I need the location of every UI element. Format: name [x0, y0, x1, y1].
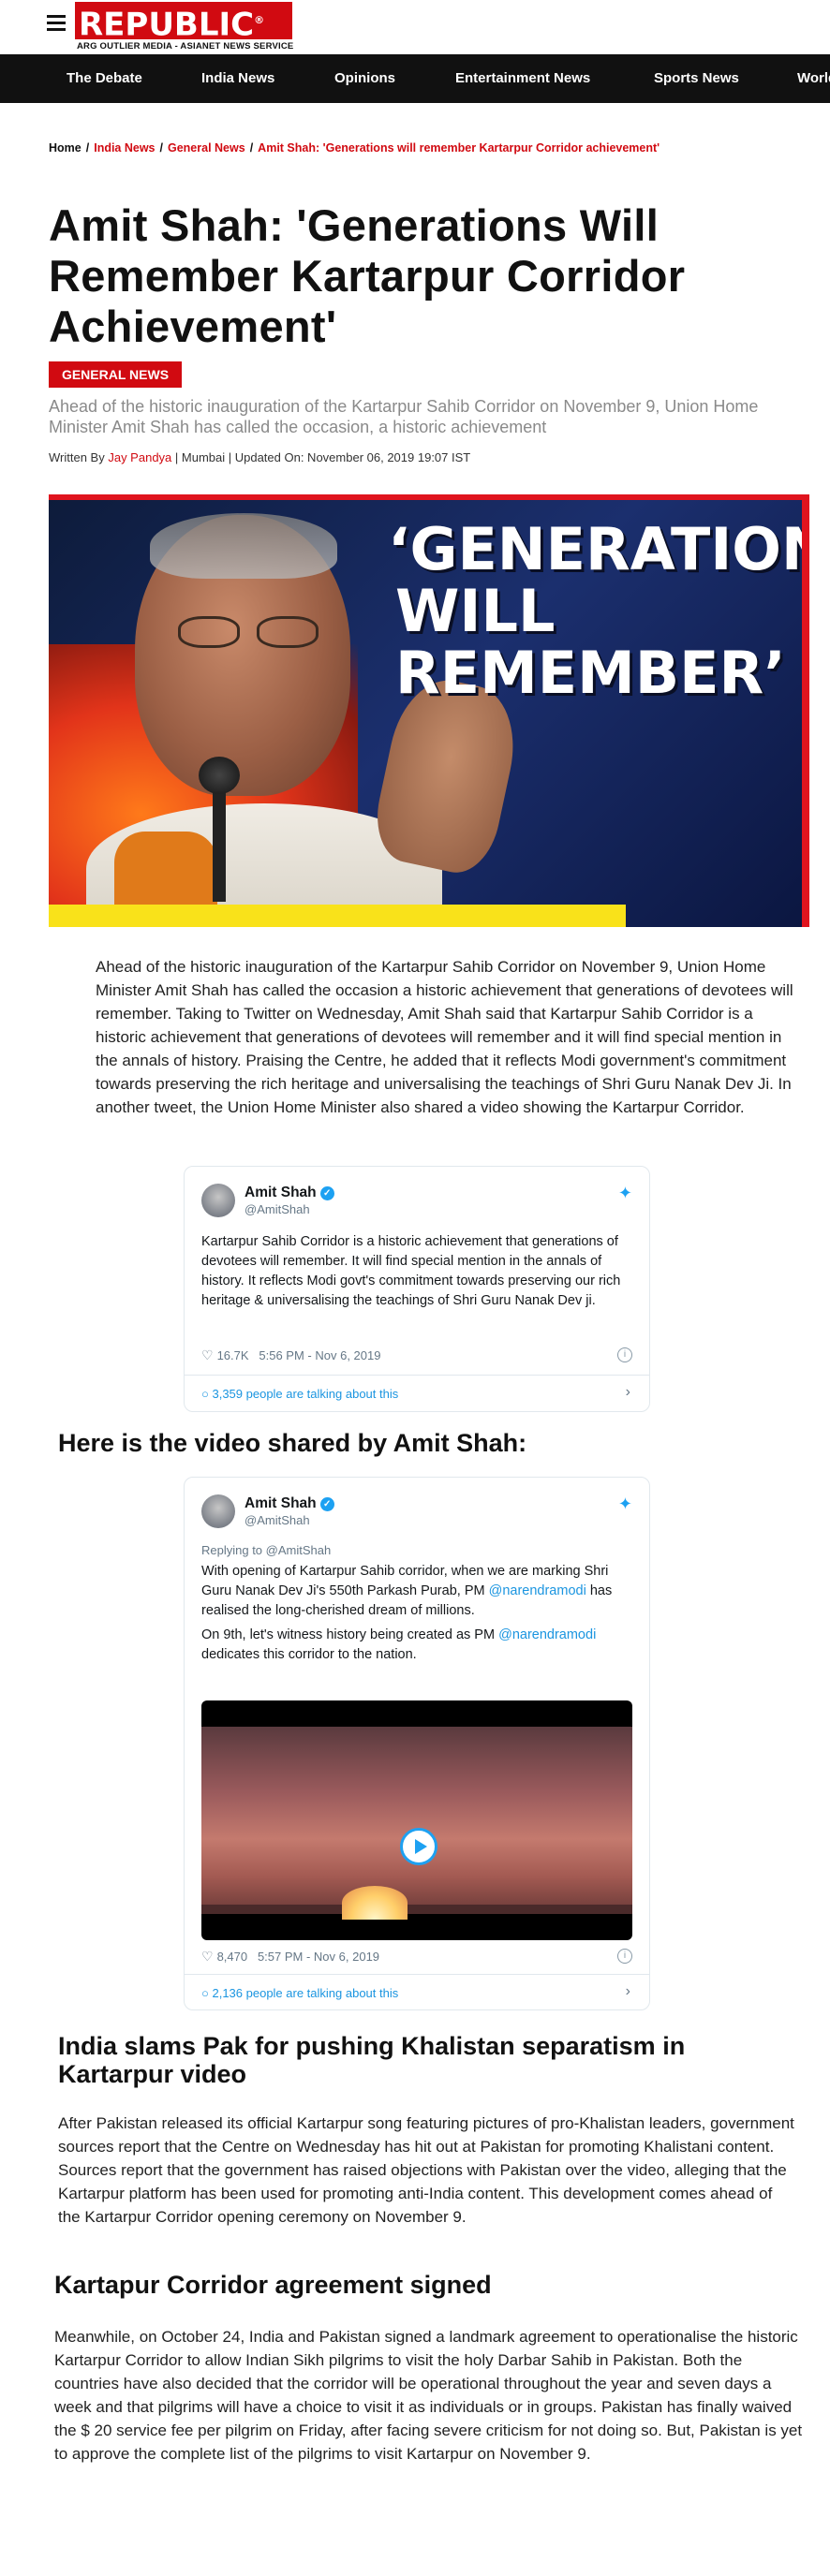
section-heading: India slams Pak for pushing Khalistan se…: [58, 2032, 686, 2088]
hero-figure-hair: [150, 513, 337, 579]
tweet-text: On 9th, let's witness history being crea…: [201, 1627, 597, 1662]
nav-item-the-debate[interactable]: The Debate: [67, 54, 142, 103]
tweet-meta[interactable]: ♡ 16.7K 5:56 PM - Nov 6, 2019: [201, 1347, 380, 1363]
tweet-text: With opening of Kartarpur Sahib corridor…: [201, 1564, 613, 1618]
tweet-author-name[interactable]: Amit Shah ✓: [245, 1185, 334, 1201]
breadcrumb-india-news[interactable]: India News: [94, 141, 155, 155]
article-paragraph: Ahead of the historic inauguration of th…: [96, 958, 793, 1116]
article-paragraph: After Pakistan released its official Kar…: [58, 2114, 794, 2226]
breadcrumb-current-article[interactable]: Amit Shah: 'Generations will remember Ka…: [258, 141, 660, 155]
verified-badge-icon: ✓: [319, 1186, 334, 1200]
hero-border-right: [802, 494, 809, 927]
nav-item-india-news[interactable]: India News: [201, 54, 274, 103]
logo-subtitle: ARG OUTLIER MEDIA - ASIANET NEWS SERVICE: [77, 41, 294, 52]
section-heading: Kartapur Corridor agreement signed: [54, 2271, 492, 2299]
tweet-meta[interactable]: ♡ 8,470 5:57 PM - Nov 6, 2019: [201, 1949, 379, 1965]
hero-border: [49, 494, 809, 500]
tweet-text: Kartarpur Sahib Corridor is a historic a…: [201, 1234, 621, 1308]
avatar[interactable]: [201, 1184, 235, 1217]
main-nav: The Debate India News Opinions Entertain…: [0, 54, 830, 103]
menu-icon[interactable]: [47, 15, 66, 32]
tweet-conversation-link[interactable]: ○ 3,359 people are talking about this: [201, 1387, 398, 1401]
play-icon[interactable]: [400, 1828, 437, 1865]
article-paragraph: Meanwhile, on October 24, India and Paki…: [54, 2328, 803, 2463]
byline: Written By Jay Pandya | Mumbai | Updated…: [49, 450, 471, 464]
replying-to[interactable]: Replying to @AmitShah: [201, 1543, 331, 1557]
like-count: 16.7K: [216, 1348, 249, 1362]
logo[interactable]: REPUBLIC® ARG OUTLIER MEDIA - ASIANET NE…: [75, 2, 294, 54]
tweet-handle[interactable]: @AmitShah: [245, 1513, 310, 1527]
article-subtitle: Ahead of the historic inauguration of th…: [49, 397, 759, 436]
twitter-bird-icon[interactable]: ✦: [618, 1494, 632, 1514]
divider: [185, 1974, 649, 1975]
heart-icon[interactable]: ♡: [201, 1347, 214, 1362]
tweet-timestamp[interactable]: 5:57 PM - Nov 6, 2019: [258, 1950, 379, 1964]
tweet-timestamp[interactable]: 5:56 PM - Nov 6, 2019: [259, 1348, 380, 1362]
hero-image: ‘GENERATIONS WILL REMEMBER’: [49, 494, 809, 927]
speech-bubble-icon: ○: [201, 1387, 209, 1401]
nav-item-entertainment-news[interactable]: Entertainment News: [455, 54, 590, 103]
article-title: Amit Shah: 'Generations Will Remember Ka…: [49, 200, 686, 351]
breadcrumb-general-news[interactable]: General News: [168, 141, 245, 155]
microphone-icon: [199, 757, 240, 794]
chevron-right-icon[interactable]: ›: [626, 1983, 630, 2000]
info-icon[interactable]: i: [617, 1347, 632, 1362]
nav-item-sports-news[interactable]: Sports News: [654, 54, 739, 103]
video-frame: [201, 1727, 632, 1920]
hero-accent-bar: [49, 905, 626, 927]
tweet-conversation-link[interactable]: ○ 2,136 people are talking about this: [201, 1986, 398, 2000]
divider: [185, 1375, 649, 1376]
speech-bubble-icon: ○: [201, 1986, 209, 2000]
nav-item-world[interactable]: World: [797, 54, 830, 103]
hero-figure-glasses: [178, 616, 328, 648]
microphone-stand: [213, 789, 226, 902]
category-badge[interactable]: GENERAL NEWS: [49, 361, 182, 388]
nav-item-opinions[interactable]: Opinions: [334, 54, 395, 103]
heart-icon[interactable]: ♡: [201, 1949, 214, 1964]
like-count: 8,470: [216, 1950, 248, 1964]
embedded-tweet[interactable]: Amit Shah ✓ @AmitShah ✦ Kartarpur Sahib C…: [184, 1166, 650, 1412]
tweet-video[interactable]: [201, 1700, 632, 1940]
logo-wordmark: REPUBLIC®: [75, 2, 292, 43]
info-icon[interactable]: i: [617, 1949, 632, 1964]
verified-badge-icon: ✓: [319, 1497, 334, 1511]
avatar[interactable]: [201, 1494, 235, 1528]
mention-link[interactable]: @narendramodi: [489, 1583, 586, 1598]
hero-overlay-text: ‘GENERATIONS WILL REMEMBER’: [388, 515, 809, 707]
mention-link[interactable]: @narendramodi: [498, 1627, 596, 1642]
top-header: REPUBLIC® ARG OUTLIER MEDIA - ASIANET NE…: [0, 0, 830, 54]
byline-meta: | Mumbai | Updated On: November 06, 2019…: [174, 450, 471, 464]
tweet-author-name[interactable]: Amit Shah ✓: [245, 1495, 334, 1512]
embedded-tweet[interactable]: Amit Shah ✓ @AmitShah ✦ Replying to @Amit…: [184, 1477, 650, 2010]
section-heading: Here is the video shared by Amit Shah:: [58, 1429, 527, 1457]
twitter-bird-icon[interactable]: ✦: [618, 1184, 632, 1203]
author-link[interactable]: Jay Pandya: [108, 450, 171, 464]
chevron-right-icon[interactable]: ›: [626, 1384, 630, 1401]
breadcrumb: Home / India News / General News / Amit Shah: …: [49, 141, 660, 155]
tweet-handle[interactable]: @AmitShah: [245, 1202, 310, 1216]
sunset: [342, 1886, 408, 1920]
breadcrumb-home[interactable]: Home: [49, 141, 82, 155]
